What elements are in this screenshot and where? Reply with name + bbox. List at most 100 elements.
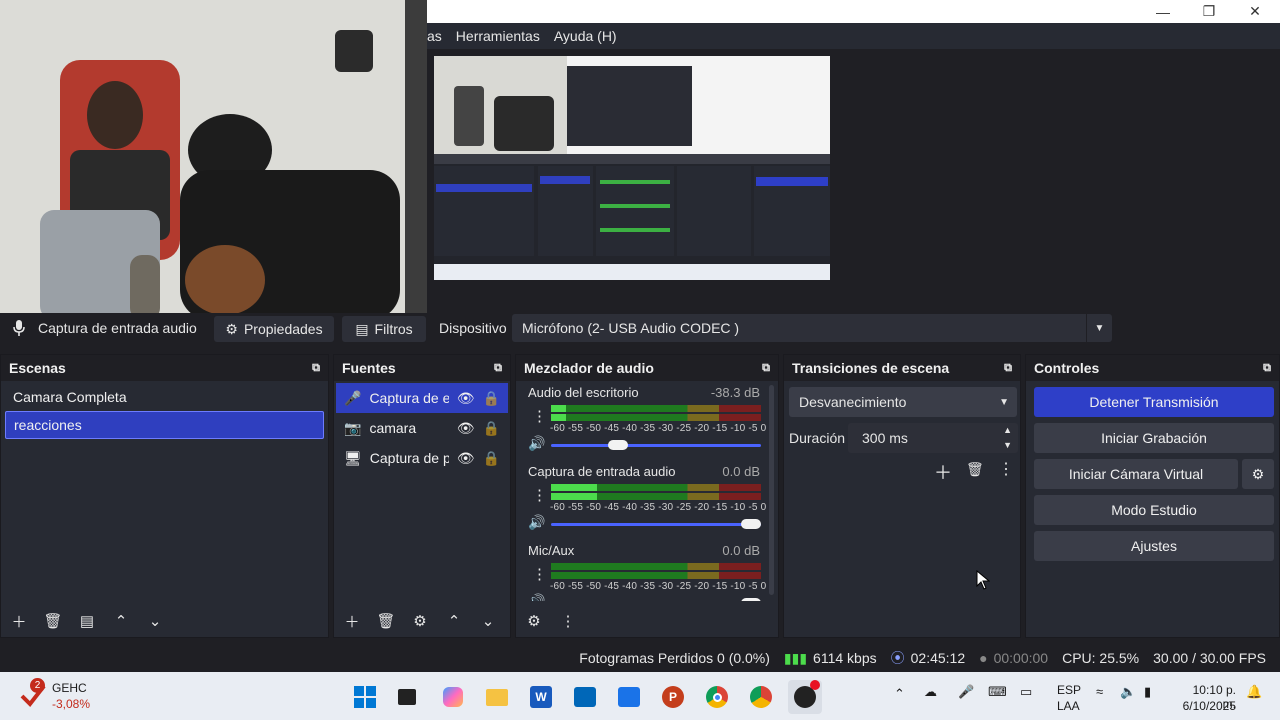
- lock-icon[interactable]: 🔒: [483, 420, 500, 437]
- microphone-icon[interactable]: 🎤: [958, 684, 974, 700]
- broadcast-icon: ⦿: [890, 650, 905, 666]
- settings-button[interactable]: Ajustes: [1034, 531, 1274, 561]
- add-transition-icon[interactable]: ＋: [934, 459, 952, 485]
- menu-item-tools[interactable]: Herramientas: [456, 28, 554, 44]
- eye-icon[interactable]: 👁: [457, 390, 475, 407]
- clock-date[interactable]: 6/10/2025: [1176, 699, 1236, 713]
- undock-icon[interactable]: ⧉: [1004, 362, 1012, 375]
- speaker-icon[interactable]: 🔊: [528, 593, 545, 601]
- chrome-profile-icon[interactable]: [744, 680, 778, 714]
- chevron-down-icon[interactable]: ▼: [1003, 440, 1012, 450]
- chrome-icon[interactable]: [700, 680, 734, 714]
- volume-slider-knob[interactable]: [741, 519, 761, 529]
- delete-source-icon[interactable]: 🗑: [376, 611, 396, 631]
- volume-meter-fill: [551, 484, 598, 491]
- channel-menu-icon[interactable]: ⋮: [532, 565, 547, 583]
- duration-spinbox[interactable]: 300 ms ▲ ▼: [848, 423, 1018, 453]
- chevron-up-icon[interactable]: ⌃: [894, 686, 905, 702]
- display-icon[interactable]: ▭: [1020, 684, 1032, 700]
- undock-icon[interactable]: ⧉: [762, 362, 770, 375]
- source-properties-icon[interactable]: ⚙: [410, 611, 430, 631]
- file-explorer-icon[interactable]: [480, 680, 514, 714]
- move-down-icon[interactable]: ⌄: [145, 611, 165, 631]
- lock-icon[interactable]: 🔒: [483, 390, 500, 407]
- delete-scene-icon[interactable]: 🗑: [43, 611, 63, 631]
- advanced-audio-icon[interactable]: ⚙: [524, 611, 544, 631]
- scene-label: Camara Completa: [13, 389, 127, 405]
- delete-transition-icon[interactable]: 🗑: [966, 461, 984, 478]
- volume-meter-fill: [551, 405, 566, 412]
- volume-slider-knob[interactable]: [608, 440, 628, 450]
- studio-mode-button[interactable]: Modo Estudio: [1034, 495, 1274, 525]
- virtual-camera-settings-button[interactable]: ⚙: [1242, 459, 1274, 489]
- menu-item-help[interactable]: Ayuda (H): [554, 28, 631, 44]
- transition-menu-icon[interactable]: ⋮: [998, 459, 1014, 479]
- battery-icon[interactable]: ▮: [1144, 684, 1151, 700]
- properties-button[interactable]: ⚙ Propiedades: [214, 316, 334, 342]
- transition-select[interactable]: Desvanecimiento ▼: [789, 387, 1017, 417]
- volume-slider[interactable]: [551, 444, 761, 447]
- move-down-icon[interactable]: ⌄: [478, 611, 498, 631]
- device-select[interactable]: Micrófono (2- USB Audio CODEC ) ▼: [512, 314, 1112, 342]
- chevron-up-icon[interactable]: ▲: [1003, 425, 1012, 435]
- start-recording-button[interactable]: Iniciar Grabación: [1034, 423, 1274, 453]
- wifi-icon[interactable]: ≈: [1096, 684, 1103, 699]
- move-up-icon[interactable]: ⌃: [444, 611, 464, 631]
- transition-select-value: Desvanecimiento: [799, 394, 907, 410]
- speaker-icon[interactable]: 🔊: [528, 514, 545, 531]
- volume-slider[interactable]: [551, 523, 761, 526]
- store-icon[interactable]: [568, 680, 602, 714]
- eye-icon[interactable]: 👁: [457, 420, 475, 437]
- add-scene-icon[interactable]: ＋: [9, 611, 29, 631]
- mixer-channel-name: Mic/Aux: [528, 543, 575, 558]
- volume-meter: [551, 493, 761, 500]
- transitions-dock-title: Transiciones de escena ⧉: [784, 355, 1020, 381]
- volume-icon[interactable]: 🔈: [1120, 684, 1136, 700]
- powerpoint-icon[interactable]: P: [656, 680, 690, 714]
- maximize-icon[interactable]: ❐: [1186, 0, 1232, 23]
- scene-filters-icon[interactable]: ▤: [77, 611, 97, 631]
- minimize-icon[interactable]: —: [1140, 0, 1186, 23]
- volume-meter: [551, 405, 761, 412]
- volume-meter: [551, 572, 761, 579]
- windows-start-icon[interactable]: [348, 680, 382, 714]
- task-view-icon[interactable]: [390, 680, 424, 714]
- move-up-icon[interactable]: ⌃: [111, 611, 131, 631]
- undock-icon[interactable]: ⧉: [494, 362, 502, 375]
- onedrive-icon[interactable]: ☁: [924, 684, 937, 700]
- source-item-screen-capture[interactable]: 🖥 Captura de pantalla 👁 🔒: [336, 443, 508, 473]
- chevron-down-icon[interactable]: ▼: [1086, 314, 1112, 342]
- source-item-camara[interactable]: 📷 camara 👁 🔒: [336, 413, 508, 443]
- add-source-icon[interactable]: ＋: [342, 611, 362, 631]
- language-top[interactable]: ESP: [1057, 683, 1081, 697]
- volume-slider-knob[interactable]: [741, 598, 761, 601]
- mixer-scrollbar[interactable]: [769, 385, 774, 595]
- close-icon[interactable]: ✕: [1232, 0, 1278, 23]
- start-virtual-camera-button[interactable]: Iniciar Cámara Virtual: [1034, 459, 1238, 489]
- source-item-audio-input[interactable]: 🎤 Captura de entrada audio 👁 🔒: [336, 383, 508, 413]
- channel-menu-icon[interactable]: ⋮: [532, 407, 547, 425]
- lock-icon[interactable]: 🔒: [483, 450, 500, 467]
- transitions-title: Transiciones de escena: [792, 360, 950, 376]
- scenes-toolbar: ＋ 🗑 ▤ ⌃ ⌄: [1, 605, 328, 637]
- notification-bell-icon[interactable]: 🔔: [1246, 684, 1262, 700]
- copilot-icon[interactable]: [436, 680, 470, 714]
- channel-menu-icon[interactable]: ⋮: [532, 486, 547, 504]
- obs-icon[interactable]: [788, 680, 822, 714]
- menu-item-truncated[interactable]: as: [427, 28, 456, 44]
- word-icon[interactable]: W: [524, 680, 558, 714]
- eye-icon[interactable]: 👁: [457, 450, 475, 467]
- scene-item-camara-completa[interactable]: Camara Completa: [5, 383, 324, 411]
- language-bottom[interactable]: LAA: [1057, 699, 1080, 713]
- speaker-icon[interactable]: 🔊: [528, 435, 545, 452]
- undock-icon[interactable]: ⧉: [1263, 362, 1271, 375]
- scene-item-reacciones[interactable]: reacciones: [5, 411, 324, 439]
- stock-widget-icon[interactable]: 2: [18, 678, 48, 710]
- undock-icon[interactable]: ⧉: [312, 362, 320, 375]
- stream-preview[interactable]: [434, 56, 830, 280]
- calendar-icon[interactable]: [612, 680, 646, 714]
- keyboard-icon[interactable]: ⌨: [988, 684, 1007, 700]
- mixer-menu-icon[interactable]: ⋮: [558, 611, 578, 631]
- filters-button[interactable]: ▤ Filtros: [342, 316, 426, 342]
- stop-stream-button[interactable]: Detener Transmisión: [1034, 387, 1274, 417]
